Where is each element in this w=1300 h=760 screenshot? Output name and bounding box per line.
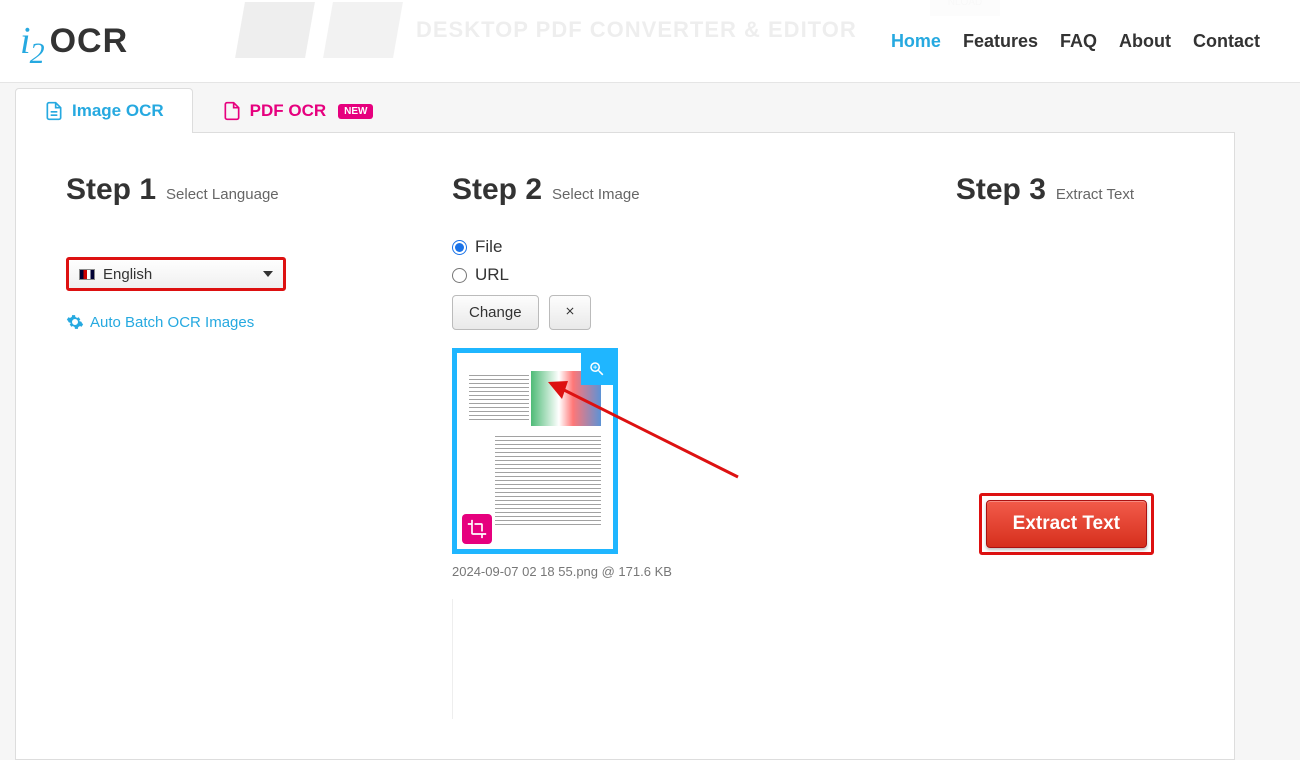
auto-batch-label: Auto Batch OCR Images — [90, 314, 254, 331]
radio-url-label: URL — [475, 265, 509, 285]
tab-image-ocr[interactable]: Image OCR — [15, 88, 193, 134]
zoom-in-icon — [588, 360, 606, 378]
radio-file-row[interactable]: File — [452, 237, 798, 257]
tab-pdf-ocr[interactable]: PDF OCR NEW — [193, 88, 403, 133]
extract-button[interactable]: Extract Text — [986, 500, 1147, 548]
nav-about[interactable]: About — [1119, 31, 1171, 52]
close-icon — [564, 305, 576, 317]
pdf-icon — [222, 101, 242, 121]
extract-button-wrap: Extract Text — [979, 493, 1154, 727]
header: i2OCR DESKTOP PDF CONVERTER & EDITOR NLO… — [0, 0, 1300, 83]
step3-col: Step 3 Extract Text Extract Text — [838, 173, 1184, 719]
flag-icon — [79, 269, 95, 280]
step2-subtitle: Select Image — [552, 186, 640, 203]
logo-text: OCR — [50, 22, 129, 61]
radio-url-row[interactable]: URL — [452, 265, 798, 285]
radio-file[interactable] — [452, 240, 467, 255]
language-select[interactable]: English — [66, 257, 286, 291]
ghost-banner-btn: NLOAD — [930, 0, 1000, 16]
file-info: 2024-09-07 02 18 55.png @ 171.6 KB — [452, 564, 798, 579]
step1-col: Step 1 Select Language English Auto Batc… — [66, 173, 412, 719]
crop-button[interactable] — [462, 514, 492, 544]
step3-title: Step 3 — [956, 173, 1046, 207]
main-panel: Step 1 Select Language English Auto Batc… — [15, 133, 1235, 760]
image-preview[interactable] — [452, 348, 618, 554]
ghost-banner-text: DESKTOP PDF CONVERTER & EDITOR — [416, 17, 857, 43]
new-badge: NEW — [338, 104, 373, 119]
nav-faq[interactable]: FAQ — [1060, 31, 1097, 52]
step1-title: Step 1 — [66, 173, 156, 207]
placeholder — [452, 599, 453, 719]
step2-col: Step 2 Select Image File URL Change — [452, 173, 798, 719]
logo[interactable]: i2OCR — [20, 19, 128, 63]
step1-subtitle: Select Language — [166, 186, 279, 203]
radio-url[interactable] — [452, 268, 467, 283]
language-label: English — [103, 266, 152, 283]
ghost-banner: DESKTOP PDF CONVERTER & EDITOR NLOAD — [240, 0, 1000, 60]
tab-pdf-ocr-label: PDF OCR — [250, 101, 327, 121]
tab-image-ocr-label: Image OCR — [72, 101, 164, 121]
radio-file-label: File — [475, 237, 502, 257]
step1-head: Step 1 Select Language — [66, 173, 412, 207]
file-buttons: Change — [452, 295, 798, 330]
step3-head: Step 3 Extract Text — [838, 173, 1134, 207]
step2-title: Step 2 — [452, 173, 542, 207]
crop-icon — [467, 519, 487, 539]
zoom-button[interactable] — [581, 353, 613, 385]
gears-icon — [66, 313, 84, 331]
clear-button[interactable] — [549, 295, 591, 330]
auto-batch-link[interactable]: Auto Batch OCR Images — [66, 313, 412, 331]
step3-subtitle: Extract Text — [1056, 186, 1134, 203]
nav-contact[interactable]: Contact — [1193, 31, 1260, 52]
tabs: Image OCR PDF OCR NEW — [0, 83, 1300, 133]
document-icon — [44, 101, 64, 121]
change-button[interactable]: Change — [452, 295, 539, 330]
preview-wrap: 2024-09-07 02 18 55.png @ 171.6 KB — [452, 348, 798, 719]
step2-head: Step 2 Select Image — [452, 173, 798, 207]
chevron-down-icon — [263, 271, 273, 277]
